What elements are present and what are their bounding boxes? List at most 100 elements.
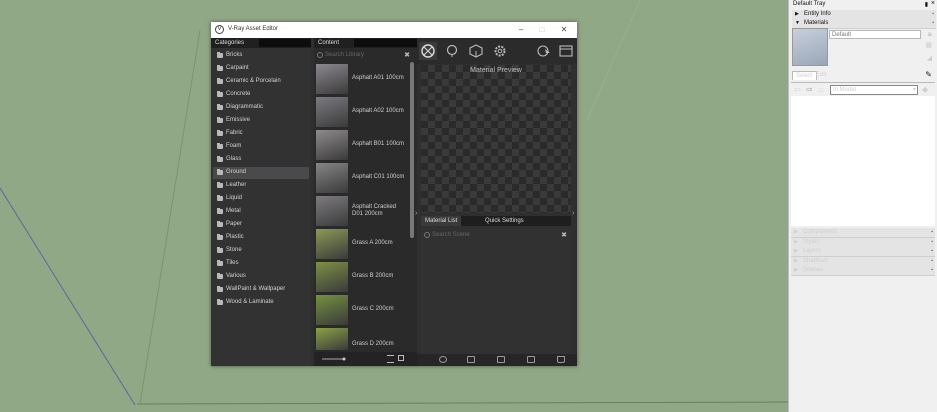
minimize-icon[interactable]: – [515,24,527,36]
scenes-panel[interactable]: ▶ Scenes ▪ [791,266,935,276]
geometry-icon[interactable] [467,42,485,60]
category-item[interactable]: Liquid [213,193,309,205]
save-icon[interactable] [497,356,505,363]
category-item[interactable]: WallPaint & Wallpaper [213,284,309,296]
asset-label: Asphalt A02 100cm [352,108,404,114]
materials-label: Materials [804,20,829,26]
category-item[interactable]: Various [213,271,309,283]
asset-thumbnail [316,97,348,127]
close-icon[interactable]: ✕ [558,24,570,36]
material-name-field[interactable]: Default [829,30,921,39]
material-swatch[interactable] [792,28,828,66]
open-folder-icon[interactable] [467,356,475,363]
materials-icon[interactable] [419,42,437,60]
library-search[interactable]: Search Library ✖ [314,50,414,60]
close-icon[interactable]: × [931,0,935,7]
category-item[interactable]: Plastic [213,232,309,244]
lock-icon[interactable]: 🔒︎ [928,29,932,39]
clear-search-icon[interactable]: ✖ [404,51,410,59]
asset-item[interactable]: Asphalt Cracked D01 200cm [316,196,410,226]
panel-menu-icon[interactable]: ▪ [931,267,933,273]
collection-dropdown[interactable]: In Model ▾ [830,85,918,95]
window-titlebar[interactable]: V V-Ray Asset Editor – □ ✕ [211,22,577,38]
category-label: Concrete [226,91,251,97]
category-item[interactable]: Paper [213,219,309,231]
folder-icon [217,104,223,110]
category-item[interactable]: Ceramic & Porcelain [213,76,309,88]
category-label: Leather [226,182,247,188]
folder-icon [217,117,223,123]
eyedropper-icon[interactable]: ✎ [925,70,932,79]
panel-menu-icon[interactable]: ▪ [931,239,933,245]
purge-icon[interactable] [557,356,565,363]
asset-label: Asphalt A01 100cm [352,75,404,81]
panel-menu-icon[interactable]: ▪ [932,11,934,17]
category-item[interactable]: Diagrammatic [213,102,309,114]
asset-item[interactable]: Asphalt C01 100cm [316,163,410,193]
back-arrow-icon[interactable]: ⇦ [794,85,801,94]
components-panel[interactable]: ▶ Components ▪ [791,228,935,238]
asset-item[interactable]: Grass C 200cm [316,295,410,325]
render-icon[interactable] [535,42,553,60]
panel-menu-icon[interactable]: ▪ [932,20,934,26]
panel-menu-icon[interactable]: ▪ [931,229,933,235]
materials-detail: Default 🔒︎ ▦ ◢ [792,28,934,68]
category-item[interactable]: Emissive [213,115,309,127]
asset-item[interactable]: Grass D 200cm [316,328,410,350]
asset-item[interactable]: Grass B 200cm [316,262,410,292]
category-item[interactable]: Wood & Laminate [213,297,309,309]
create-material-icon[interactable]: ▦ [925,41,932,49]
category-item[interactable]: Glass [213,154,309,166]
maximize-icon[interactable]: □ [536,24,548,36]
category-item[interactable]: Leather [213,180,309,192]
asset-item[interactable]: Grass A 200cm [316,229,410,259]
panel-menu-icon[interactable]: ▪ [931,248,933,254]
chevron-right-icon[interactable]: › [572,210,574,217]
category-item[interactable]: Metal [213,206,309,218]
frame-buffer-icon[interactable] [557,42,575,60]
panel-menu-icon[interactable]: ▪ [931,258,933,264]
asset-label: Asphalt C01 100cm [352,174,405,180]
layers-panel[interactable]: ▶ Layers ▪ [791,247,935,257]
library-scrollbar[interactable] [410,62,414,238]
asset-thumbnail [316,130,348,160]
scene-search[interactable]: Search Scene ✖ [421,230,571,240]
category-item[interactable]: Bricks [213,50,309,62]
grid-view-icon[interactable] [398,355,404,361]
list-view-icon[interactable] [387,355,394,363]
category-item-selected[interactable]: Ground [213,167,309,179]
category-item[interactable]: Fabric [213,128,309,140]
settings-icon[interactable] [491,42,509,60]
tab-material-list[interactable]: Material List [421,216,462,226]
asset-item[interactable]: Asphalt B01 100cm [316,130,410,160]
folder-icon [217,182,223,188]
content-title: Content [318,40,340,46]
category-item[interactable]: Carpaint [213,63,309,75]
category-item[interactable]: Concrete [213,89,309,101]
details-arrow-icon[interactable]: ◆ [922,85,928,94]
folder-icon [217,52,223,58]
category-item[interactable]: Tiles [213,258,309,270]
tab-edit[interactable]: Edit [813,71,829,79]
forward-arrow-icon[interactable]: ⇨ [806,85,813,94]
sample-paint-icon[interactable]: ◢ [927,54,932,62]
folder-icon [217,143,223,149]
delete-icon[interactable] [527,356,535,363]
asset-thumbnail [316,163,348,193]
asset-item[interactable]: Asphalt A02 100cm [316,97,410,127]
content-header-bar [354,39,417,47]
asset-item[interactable]: Asphalt A01 100cm [316,64,410,94]
pin-icon[interactable]: ▮ [925,1,928,8]
clear-search-icon[interactable]: ✖ [561,231,567,239]
search-icon [424,232,430,238]
chevron-left-icon[interactable]: › [415,210,417,217]
tab-quick-settings[interactable]: Quick Settings [481,216,528,226]
home-icon[interactable]: ⌂ [818,85,823,94]
add-material-icon[interactable] [439,356,447,363]
materials-swatch-area[interactable] [791,96,935,226]
category-label: Paper [226,221,243,227]
entity-info-label: Entity Info [804,11,831,17]
category-item[interactable]: Stone [213,245,309,257]
category-item[interactable]: Foam [213,141,309,153]
lights-icon[interactable] [443,42,461,60]
